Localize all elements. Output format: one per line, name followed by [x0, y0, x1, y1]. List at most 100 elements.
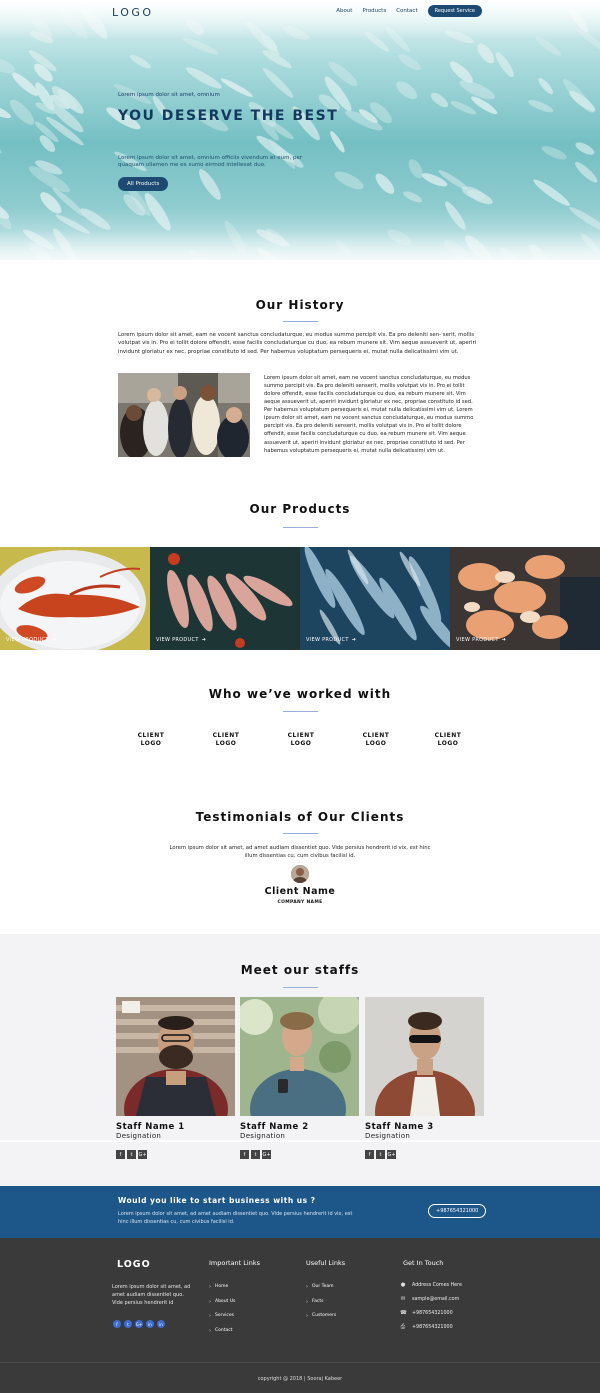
linkedin-icon[interactable]: in — [157, 1320, 165, 1328]
footer-social-icons: f t G+ in in — [113, 1320, 165, 1328]
history-team-photo — [118, 373, 250, 457]
staff-3-social: f t G+ — [365, 1150, 396, 1159]
hero-banner — [0, 0, 600, 260]
envelope-icon: ✉ — [400, 1296, 406, 1302]
product-card-crab[interactable]: VIEW PRODUCT ➜ — [450, 547, 600, 650]
twitter-icon[interactable]: t — [251, 1150, 260, 1159]
cta-text: Lorem ipsum dolor sit amet, ad amet audi… — [118, 1211, 353, 1225]
client-name: Client Name — [264, 886, 336, 897]
footer-link-contact[interactable]: › Contact — [209, 1328, 235, 1343]
crab-image — [450, 547, 600, 650]
staff-name-2: Staff Name 2 — [240, 1122, 309, 1132]
google-plus-icon[interactable]: G+ — [262, 1150, 271, 1159]
staff-designation-1: Designation — [116, 1132, 162, 1140]
view-product-link[interactable]: VIEW PRODUCT ➜ — [306, 637, 356, 643]
client-logo-3[interactable]: CLIENT LOGO — [281, 732, 321, 748]
view-product-link[interactable]: VIEW PRODUCT ➜ — [156, 637, 206, 643]
history-title: Our History — [255, 298, 345, 312]
testimonial-quote: Lorem ipsum dolor sit amet, ad amet audi… — [169, 845, 431, 859]
clients-title-underline — [283, 711, 318, 712]
chevron-right-icon: › — [209, 1284, 211, 1290]
arrow-right-icon: ➜ — [351, 637, 357, 643]
location-pin-icon: ● — [400, 1282, 406, 1288]
chevron-right-icon: › — [306, 1313, 308, 1319]
cta-phone-button[interactable]: +987654321000 — [428, 1204, 487, 1218]
useful-links-list: › Our Team › Facts › Customers — [306, 1284, 336, 1328]
google-plus-icon[interactable]: G+ — [138, 1150, 147, 1159]
history-paragraph-1: Lorem ipsum dolor sit amet, eam ne vocen… — [118, 332, 477, 355]
phone-icon: ☎ — [400, 1310, 407, 1316]
footer-separator — [0, 1362, 600, 1363]
nav-about[interactable]: About — [336, 8, 352, 14]
products-gallery: VIEW PRODUCT ➜ VIEW PRODUCT ➜ VIEW PRODU… — [0, 547, 600, 650]
arrow-right-icon: ➜ — [51, 637, 57, 643]
contact-fax: ⎙ +987654321000 — [400, 1323, 453, 1330]
staff-1-social: f t G+ — [116, 1150, 147, 1159]
hero-kicker: Lorem ipsum dolor sit amet, omnium — [118, 92, 220, 98]
all-products-button[interactable]: All Products — [118, 177, 169, 191]
important-links-list: › Home › About Us › Services › Contact — [209, 1284, 235, 1342]
client-logo-2[interactable]: CLIENT LOGO — [206, 732, 246, 748]
sardines-image — [300, 547, 450, 650]
request-service-button[interactable]: Request Service — [427, 5, 482, 17]
footer-link-home[interactable]: › Home — [209, 1284, 235, 1299]
chevron-right-icon: › — [209, 1327, 211, 1334]
chevron-right-icon: › — [209, 1298, 211, 1305]
product-card-sardines[interactable]: VIEW PRODUCT ➜ — [300, 547, 450, 650]
product-card-fish-on-board[interactable]: VIEW PRODUCT ➜ — [150, 547, 300, 650]
history-title-underline — [283, 321, 318, 322]
testimonials-title: Testimonials of Our Clients — [195, 810, 405, 824]
products-title: Our Products — [249, 502, 351, 516]
useful-links-title: Useful Links — [306, 1259, 346, 1267]
chevron-right-icon: › — [306, 1284, 308, 1290]
staff-designation-2: Designation — [240, 1132, 286, 1140]
get-in-touch-title: Get In Touch — [403, 1259, 444, 1267]
facebook-icon[interactable]: f — [240, 1150, 249, 1159]
product-card-lobster[interactable]: VIEW PRODUCT ➜ — [0, 547, 150, 650]
client-logo-4[interactable]: CLIENT LOGO — [356, 732, 396, 748]
fish-board-image — [150, 547, 300, 650]
client-logo-1[interactable]: CLIENT LOGO — [131, 732, 171, 748]
staff-designation-3: Designation — [365, 1132, 411, 1140]
copyright-text: copyright @ 2018 | Sooraj Kabeer — [257, 1376, 343, 1382]
site-footer: LOGO Lorem ipsum dolor sit amet, ad amet… — [0, 1238, 600, 1393]
staff-card-2: Staff Name 2 Designation — [240, 997, 359, 1140]
twitter-icon[interactable]: t — [376, 1150, 385, 1159]
facebook-icon[interactable]: f — [365, 1150, 374, 1159]
google-plus-icon[interactable]: G+ — [387, 1150, 396, 1159]
view-product-link[interactable]: VIEW PRODUCT ➜ — [6, 637, 56, 643]
contact-phone[interactable]: ☎ +987654321000 — [400, 1306, 462, 1320]
footer-link-customers[interactable]: › Customers — [306, 1313, 336, 1328]
footer-logo[interactable]: LOGO — [117, 1259, 151, 1270]
nav-products[interactable]: Products — [362, 8, 386, 14]
facebook-icon[interactable]: f — [113, 1320, 121, 1328]
lobster-image — [0, 547, 150, 650]
company-name: COMPANY NAME — [277, 900, 323, 905]
main-nav: About Products Contact Request Service — [336, 5, 482, 17]
important-links-title: Important Links — [209, 1259, 260, 1267]
staff-title: Meet our staffs — [240, 963, 360, 977]
google-plus-icon[interactable]: G+ — [135, 1320, 143, 1328]
staff-2-social: f t G+ — [240, 1150, 271, 1159]
staff-title-underline — [283, 987, 318, 988]
clients-title: Who we’ve worked with — [208, 687, 392, 701]
nav-contact[interactable]: Contact — [396, 8, 417, 14]
footer-link-about[interactable]: › About Us — [209, 1299, 235, 1314]
footer-link-our-team[interactable]: › Our Team — [306, 1284, 336, 1299]
arrow-right-icon: ➜ — [201, 637, 207, 643]
chevron-right-icon: › — [209, 1313, 211, 1319]
contact-email[interactable]: ✉ sample@email.com — [400, 1292, 462, 1306]
cta-banner: Would you like to start business with us… — [0, 1186, 600, 1238]
contact-address: ● Address Comes Here — [400, 1282, 462, 1288]
view-product-link[interactable]: VIEW PRODUCT ➜ — [456, 637, 506, 643]
site-logo[interactable]: LOGO — [112, 6, 154, 19]
footer-link-services[interactable]: › Services — [209, 1313, 235, 1328]
client-logo-5[interactable]: CLIENT LOGO — [428, 732, 468, 748]
instagram-icon[interactable]: in — [146, 1320, 154, 1328]
facebook-icon[interactable]: f — [116, 1150, 125, 1159]
cta-title: Would you like to start business with us… — [118, 1196, 316, 1205]
arrow-right-icon: ➜ — [501, 637, 507, 643]
twitter-icon[interactable]: t — [124, 1320, 132, 1328]
twitter-icon[interactable]: t — [127, 1150, 136, 1159]
footer-link-facts[interactable]: › Facts — [306, 1299, 336, 1314]
